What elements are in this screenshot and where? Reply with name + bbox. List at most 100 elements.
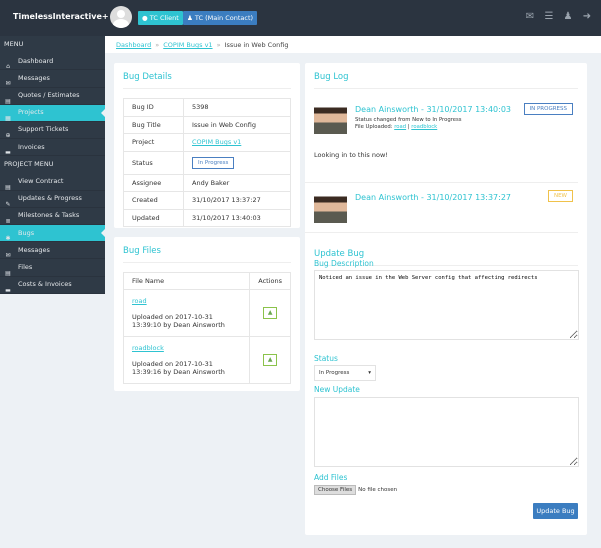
sidebar-item-label: Costs & Invoices: [18, 280, 72, 289]
author-photo: [314, 101, 347, 134]
file-info: Uploaded on 2017-10-31 13:39:10 by Dean …: [132, 313, 225, 329]
bug-files-table: File Name Actions road Uploaded on 2017-10…: [122, 272, 291, 384]
sidebar-section-title: MENU: [4, 40, 24, 48]
sidebar-item-label: View Contract: [18, 177, 64, 185]
no-file-text: No file chosen: [358, 487, 398, 493]
update-bug-button[interactable]: Update Bug: [533, 503, 578, 519]
detail-value: 31/10/2017 13:40:03: [192, 213, 261, 222]
envelope-open-icon[interactable]: ✉: [524, 12, 536, 22]
file-link-road[interactable]: road: [394, 124, 406, 130]
breadcrumb-dashboard[interactable]: Dashboard: [116, 41, 151, 49]
detail-value: 31/10/2017 13:37:27: [192, 196, 261, 205]
detail-key: Bug Title: [123, 115, 184, 134]
user-circle-icon: ●: [142, 14, 150, 22]
status-badge: NEW: [547, 190, 573, 202]
log-author: Dean Ainsworth - 31/10/2017 13:37:27: [355, 193, 512, 202]
detail-key: Updated: [123, 208, 184, 227]
detail-value: Issue in Web Config: [192, 120, 256, 129]
sidebar-item-files[interactable]: ▤ Files: [0, 259, 105, 277]
bug-description-label: Bug Description: [314, 259, 374, 268]
author-photo: [314, 190, 347, 223]
detail-row: Updated 31/10/2017 13:40:03: [123, 208, 291, 227]
detail-value: 5398: [192, 103, 209, 112]
breadcrumb-project[interactable]: COPIM Bugs v1: [163, 41, 212, 49]
sidebar-item-label: Bugs: [18, 228, 35, 237]
sidebar-item-projects[interactable]: ▦ Projects: [0, 104, 105, 122]
bug-details-panel: Bug Details Bug ID 5398 Bug Title Issue in …: [114, 63, 300, 228]
contact-button[interactable]: ♟ TC (Main Contact): [183, 11, 258, 25]
users-icon[interactable]: ♟: [562, 12, 574, 22]
file-info: Uploaded on 2017-10-31 13:39:16 by Dean …: [132, 360, 225, 376]
detail-row: Status In Progress: [123, 150, 291, 175]
detail-row: Project COPIM Bugs v1: [123, 133, 291, 152]
bug-details-table: Bug ID 5398 Bug Title Issue in Web Config Pr…: [123, 98, 291, 227]
sidebar-item-quotes-estimates[interactable]: ▤ Quotes / Estimates: [0, 88, 105, 105]
tasks-icon: ≣: [5, 217, 11, 225]
sidebar-item-updates-progress[interactable]: ✎ Updates & Progress: [0, 191, 105, 208]
file-icon: ▤: [5, 97, 11, 105]
bug-files-title: Bug Files: [123, 237, 291, 263]
sidebar-item-milestones-tasks[interactable]: ≣ Milestones & Tasks: [0, 208, 105, 226]
detail-row: Assignee Andy Baker: [123, 173, 291, 192]
breadcrumb-current: Issue in Web Config: [224, 41, 289, 49]
status-select[interactable]: In Progress ▾: [314, 365, 376, 381]
file-icon: ▤: [5, 183, 11, 191]
project-link[interactable]: COPIM Bugs v1: [192, 138, 241, 146]
sidebar-item-view-contract[interactable]: ▤ View Contract: [0, 174, 105, 191]
detail-key: Bug ID: [123, 98, 184, 117]
file-icon: ▤: [5, 269, 11, 277]
sign-out-icon[interactable]: ➜: [581, 12, 593, 22]
download-icon[interactable]: ▲: [263, 307, 278, 319]
sidebar-item-label: Dashboard: [18, 56, 54, 65]
home-icon: ⌂: [6, 63, 10, 71]
bug-log-title: Bug Log: [314, 63, 578, 89]
breadcrumb: Dashboard» COPIM Bugs v1» Issue in Web Con…: [105, 36, 601, 53]
sidebar-item-label: Files: [18, 262, 33, 271]
caret-down-icon: ▾: [368, 370, 371, 376]
grid-icon: ▦: [5, 114, 11, 122]
bug-description-input[interactable]: Noticed an issue in the Web Server confi…: [314, 270, 579, 340]
top-header: TimelessInteractive+ ● TC Client ♟ TC (M…: [0, 0, 601, 36]
sidebar-item-invoices[interactable]: ▬ Invoices: [0, 139, 105, 157]
edit-icon: ✎: [5, 200, 11, 208]
detail-value: Andy Baker: [192, 178, 230, 187]
sidebar-item-label: Quotes / Estimates: [18, 91, 80, 100]
sidebar-item-label: Updates & Progress: [18, 194, 82, 203]
lifebuoy-icon: ⊕: [5, 132, 11, 140]
file-link-roadblock[interactable]: roadblock: [411, 124, 437, 130]
file-link[interactable]: road: [132, 297, 147, 305]
sidebar: MENU ⌂ Dashboard ✉ Messages ▤ Quotes / Estimat…: [0, 36, 105, 294]
users-icon: ♟: [187, 14, 195, 22]
envelope-icon: ✉: [5, 80, 11, 88]
log-entry: Dean Ainsworth - 31/10/2017 13:37:27 NEW: [305, 183, 578, 233]
sidebar-item-dashboard[interactable]: ⌂ Dashboard: [0, 53, 105, 71]
file-link[interactable]: roadblock: [132, 344, 164, 352]
detail-row: Bug ID 5398: [123, 98, 291, 117]
sidebar-item-messages[interactable]: ✉ Messages: [0, 70, 105, 88]
brand-logo[interactable]: TimelessInteractive+: [13, 12, 109, 21]
status-change-text: Status changed from New to In Progress: [355, 117, 462, 123]
sidebar-item-label: Milestones & Tasks: [18, 211, 80, 220]
file-row: road Uploaded on 2017-10-31 13:39:10 by D…: [122, 289, 291, 337]
sidebar-item-label: Projects: [18, 108, 44, 117]
sidebar-item-costs-invoices[interactable]: ▬ Costs & Invoices: [0, 277, 105, 294]
download-icon[interactable]: ▲: [263, 354, 278, 366]
file-input: Choose Files No file chosen: [314, 485, 397, 495]
detail-key: Project: [123, 133, 184, 152]
bug-log-panel: Bug Log Dean Ainsworth - 31/10/2017 13:4…: [305, 63, 587, 535]
client-button[interactable]: ● TC Client: [138, 11, 183, 25]
sidebar-item-bugs[interactable]: ✱ Bugs: [0, 225, 105, 243]
choose-files-button[interactable]: Choose Files: [314, 485, 357, 495]
detail-row: Created 31/10/2017 13:37:27: [123, 191, 291, 210]
uploaded-files: File Uploaded: road | roadblock: [355, 124, 438, 130]
detail-key: Status: [123, 150, 184, 175]
sidebar-item-messages[interactable]: ✉ Messages: [0, 242, 105, 260]
sidebar-section-title: PROJECT MENU: [4, 160, 54, 169]
new-update-input[interactable]: [314, 397, 579, 467]
sliders-icon[interactable]: ☰: [543, 12, 555, 22]
sidebar-item-support-tickets[interactable]: ⊕ Support Tickets: [0, 122, 105, 140]
file-row: roadblock Uploaded on 2017-10-31 13:39:16…: [122, 336, 291, 384]
log-author: Dean Ainsworth - 31/10/2017 13:40:03: [355, 105, 512, 114]
col-file-name: File Name: [122, 272, 251, 290]
user-avatar[interactable]: [110, 6, 132, 28]
